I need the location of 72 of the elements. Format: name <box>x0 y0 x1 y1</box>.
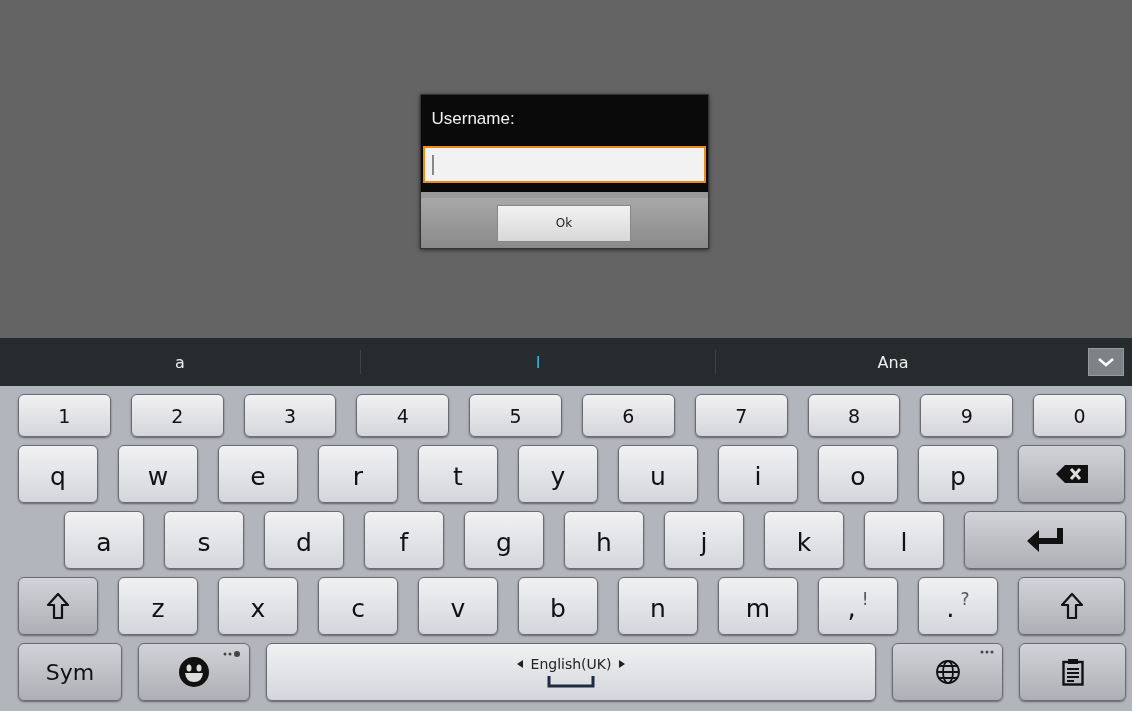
key[interactable]: 4 <box>356 394 450 437</box>
shift-icon <box>1059 592 1084 620</box>
clipboard-key[interactable] <box>1019 643 1126 701</box>
enter-key[interactable] <box>964 511 1126 569</box>
key[interactable]: i <box>718 445 798 503</box>
key[interactable]: o <box>818 445 898 503</box>
key[interactable]: 7 <box>694 394 788 437</box>
key[interactable]: t <box>418 445 498 503</box>
key[interactable]: e <box>218 445 298 503</box>
enter-icon <box>1027 528 1063 552</box>
suggestion-word[interactable]: a <box>175 352 185 372</box>
space-bar-icon <box>547 676 595 688</box>
settings-icon <box>223 650 241 658</box>
key[interactable]: s <box>164 511 244 569</box>
suggestion-word[interactable]: Ana <box>877 352 909 372</box>
key[interactable]: h <box>564 511 644 569</box>
key[interactable]: 5 <box>469 394 562 437</box>
key[interactable]: n <box>618 577 698 635</box>
key[interactable]: u <box>618 445 698 503</box>
key-label: . <box>946 593 955 623</box>
key-label: ! <box>861 589 869 609</box>
key[interactable]: 9 <box>920 394 1014 437</box>
shift-key[interactable] <box>1018 577 1125 635</box>
key-face[interactable]: . ? <box>918 577 998 635</box>
key[interactable]: r <box>318 445 398 503</box>
language-label: English(UK) <box>530 656 612 672</box>
key[interactable]: k <box>764 511 844 569</box>
key[interactable]: m <box>718 577 798 635</box>
left-arrow-icon <box>516 660 523 668</box>
key-label: ? <box>960 589 970 609</box>
collapse-button[interactable] <box>1088 348 1124 376</box>
chevron-down-icon <box>1097 357 1115 367</box>
key[interactable]: Sym <box>18 643 122 701</box>
key[interactable]: 3 <box>243 394 337 437</box>
key[interactable]: l <box>864 511 944 569</box>
key-label: , <box>847 593 856 623</box>
key[interactable]: 2 <box>130 394 224 437</box>
key[interactable]: c <box>318 577 398 635</box>
emoji-key[interactable] <box>138 643 250 701</box>
key[interactable]: j <box>664 511 744 569</box>
key[interactable]: p <box>918 445 998 503</box>
globe-key[interactable] <box>892 643 1003 701</box>
key[interactable]: y <box>518 445 598 503</box>
key[interactable]: a <box>64 511 144 569</box>
space-key[interactable]: English(UK) <box>266 643 876 701</box>
ok-button[interactable]: Ok <box>497 204 631 242</box>
key[interactable]: 0 <box>1033 394 1126 437</box>
backspace-key[interactable] <box>1018 445 1125 503</box>
key[interactable]: f <box>364 511 444 569</box>
right-arrow-icon <box>619 660 626 668</box>
key[interactable]: w <box>118 445 198 503</box>
key[interactable]: b <box>518 577 598 635</box>
shift-icon <box>46 592 70 620</box>
key[interactable]: x <box>218 577 298 635</box>
key[interactable]: g <box>464 511 544 569</box>
key-face[interactable]: , ! <box>818 577 898 635</box>
shift-key[interactable] <box>18 577 98 635</box>
key[interactable]: d <box>264 511 344 569</box>
more-icon <box>980 650 994 654</box>
backspace-icon <box>1055 465 1088 483</box>
key[interactable]: 1 <box>18 394 111 437</box>
suggestion-word[interactable]: I <box>535 352 541 372</box>
smiley-icon <box>178 656 210 688</box>
key[interactable]: 6 <box>582 394 675 437</box>
key[interactable]: 8 <box>807 394 901 437</box>
globe-icon <box>934 659 961 685</box>
key[interactable]: q <box>18 445 98 503</box>
clipboard-icon <box>1061 658 1084 686</box>
key[interactable]: v <box>418 577 498 635</box>
dialog-title: Username: <box>430 108 516 130</box>
key[interactable]: z <box>118 577 198 635</box>
text-field[interactable] <box>422 146 706 183</box>
